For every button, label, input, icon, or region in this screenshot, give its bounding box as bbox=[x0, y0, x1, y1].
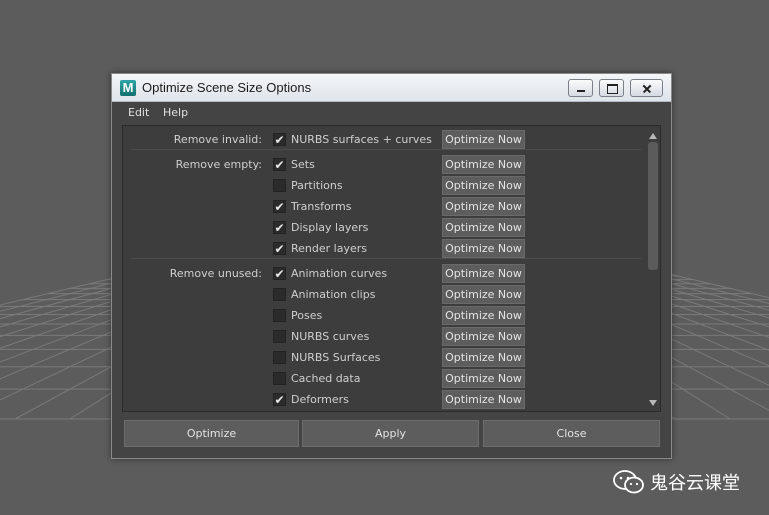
option-label[interactable]: NURBS Surfaces bbox=[291, 351, 380, 364]
option-checkbox[interactable]: ✔ bbox=[273, 393, 286, 406]
menu-bar: Edit Help bbox=[112, 103, 671, 123]
apply-button[interactable]: Apply bbox=[302, 420, 479, 447]
option-checkbox[interactable]: ✔ bbox=[273, 133, 286, 146]
group-label: Remove empty: bbox=[175, 158, 262, 171]
option-label[interactable]: NURBS curves bbox=[291, 330, 369, 343]
watermark-text: 鬼谷云课堂 bbox=[650, 473, 740, 494]
option-row: NURBS curves Optimize Now bbox=[123, 326, 643, 347]
option-checkbox[interactable]: ✔ bbox=[273, 200, 286, 213]
optimize-now-button[interactable]: Optimize Now bbox=[442, 176, 525, 195]
option-label[interactable]: Display layers bbox=[291, 221, 368, 234]
optimize-now-button[interactable]: Optimize Now bbox=[442, 197, 525, 216]
optimize-button[interactable]: Optimize bbox=[124, 420, 299, 447]
option-checkbox[interactable]: ✔ bbox=[273, 158, 286, 171]
group-label: Remove invalid: bbox=[173, 133, 262, 146]
window-title: Optimize Scene Size Options bbox=[142, 80, 312, 95]
option-checkbox[interactable] bbox=[273, 351, 286, 364]
option-label[interactable]: Cached data bbox=[291, 372, 360, 385]
optimize-now-button[interactable]: Optimize Now bbox=[442, 306, 525, 325]
option-row: NURBS Surfaces Optimize Now bbox=[123, 347, 643, 368]
scroll-thumb[interactable] bbox=[648, 142, 658, 270]
scroll-up-arrow-icon[interactable] bbox=[649, 133, 657, 139]
option-label[interactable]: Render layers bbox=[291, 242, 367, 255]
option-row: Remove empty: ✔ Sets Optimize Now bbox=[123, 154, 643, 175]
option-label[interactable]: Animation curves bbox=[291, 267, 387, 280]
optimize-scene-dialog: M Optimize Scene Size Options Edit Help … bbox=[111, 73, 672, 459]
option-label[interactable]: Poses bbox=[291, 309, 322, 322]
wechat-icon bbox=[613, 470, 644, 494]
menu-edit[interactable]: Edit bbox=[128, 106, 149, 119]
option-checkbox[interactable] bbox=[273, 288, 286, 301]
option-row: Remove unused: ✔ Animation curves Optimize … bbox=[123, 263, 643, 284]
optimize-now-button[interactable]: Optimize Now bbox=[442, 264, 525, 283]
option-checkbox[interactable]: ✔ bbox=[273, 221, 286, 234]
group-separator bbox=[131, 149, 641, 150]
option-checkbox[interactable] bbox=[273, 372, 286, 385]
scroll-down-arrow-icon[interactable] bbox=[649, 400, 657, 406]
option-label[interactable]: Deformers bbox=[291, 393, 349, 406]
maya-app-icon: M bbox=[120, 80, 136, 96]
option-checkbox[interactable] bbox=[273, 179, 286, 192]
option-row: Poses Optimize Now bbox=[123, 305, 643, 326]
option-label[interactable]: Animation clips bbox=[291, 288, 375, 301]
group-separator bbox=[131, 258, 641, 259]
option-row: ✔ Render layers Optimize Now bbox=[123, 238, 643, 259]
optimize-now-button[interactable]: Optimize Now bbox=[442, 130, 525, 149]
option-row: ✔ Deformers Optimize Now bbox=[123, 389, 643, 410]
option-row: Remove invalid: ✔ NURBS surfaces + curves O… bbox=[123, 129, 643, 150]
option-checkbox[interactable]: ✔ bbox=[273, 242, 286, 255]
menu-help[interactable]: Help bbox=[163, 106, 188, 119]
option-checkbox[interactable] bbox=[273, 330, 286, 343]
option-label[interactable]: NURBS surfaces + curves bbox=[291, 133, 432, 146]
option-label[interactable]: Transforms bbox=[291, 200, 351, 213]
optimize-now-button[interactable]: Optimize Now bbox=[442, 369, 525, 388]
option-row: Animation clips Optimize Now bbox=[123, 284, 643, 305]
maximize-button[interactable] bbox=[599, 79, 624, 97]
option-row: ✔ Transforms Optimize Now bbox=[123, 196, 643, 217]
optimize-now-button[interactable]: Optimize Now bbox=[442, 285, 525, 304]
minimize-button[interactable] bbox=[568, 79, 593, 97]
option-label[interactable]: Sets bbox=[291, 158, 315, 171]
optimize-now-button[interactable]: Optimize Now bbox=[442, 218, 525, 237]
close-button[interactable]: Close bbox=[483, 420, 660, 447]
group-label: Remove unused: bbox=[169, 267, 262, 280]
option-label[interactable]: Partitions bbox=[291, 179, 343, 192]
title-bar[interactable]: M Optimize Scene Size Options bbox=[112, 74, 671, 102]
optimize-now-button[interactable]: Optimize Now bbox=[442, 155, 525, 174]
option-checkbox[interactable] bbox=[273, 309, 286, 322]
options-list: Remove invalid: ✔ NURBS surfaces + curves O… bbox=[122, 125, 661, 412]
optimize-now-button[interactable]: Optimize Now bbox=[442, 348, 525, 367]
vertical-scrollbar[interactable] bbox=[646, 126, 660, 411]
option-row: Partitions Optimize Now bbox=[123, 175, 643, 196]
option-row: ✔ Display layers Optimize Now bbox=[123, 217, 643, 238]
optimize-now-button[interactable]: Optimize Now bbox=[442, 327, 525, 346]
option-checkbox[interactable]: ✔ bbox=[273, 267, 286, 280]
close-window-button[interactable] bbox=[630, 79, 663, 97]
optimize-now-button[interactable]: Optimize Now bbox=[442, 239, 525, 258]
option-row: Cached data Optimize Now bbox=[123, 368, 643, 389]
optimize-now-button[interactable]: Optimize Now bbox=[442, 390, 525, 409]
